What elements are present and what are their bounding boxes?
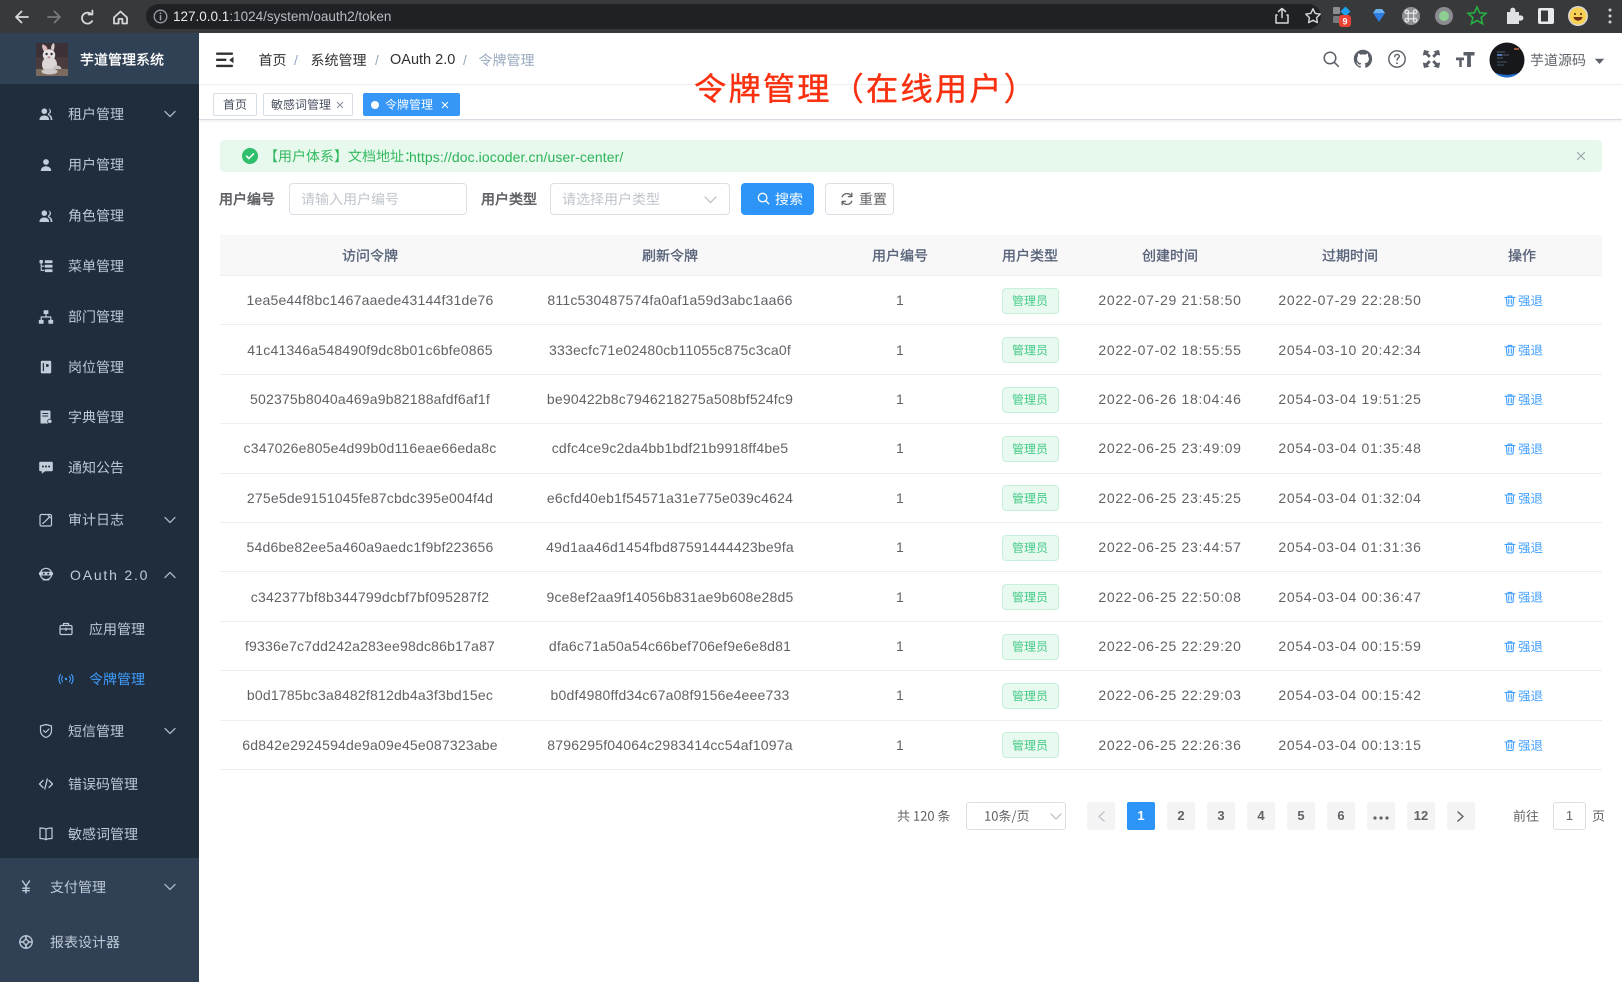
svg-text:9: 9 (1342, 17, 1347, 27)
